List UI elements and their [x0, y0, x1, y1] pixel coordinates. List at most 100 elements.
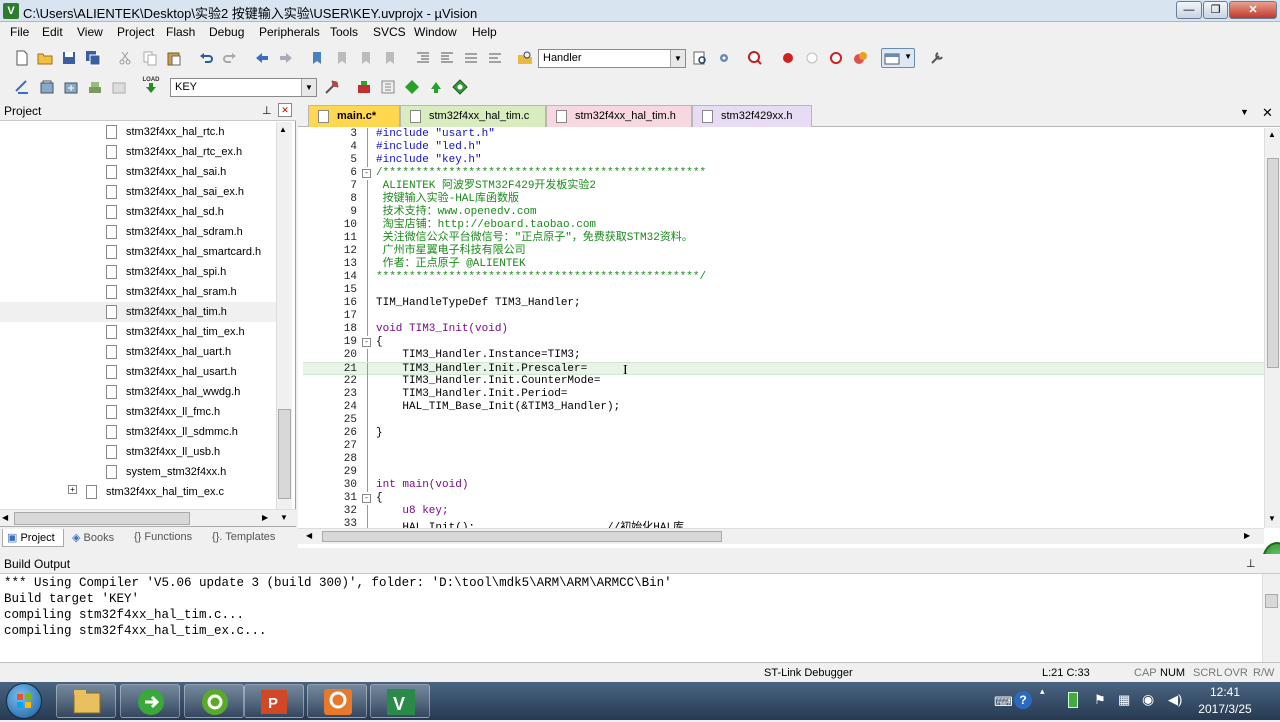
flag-tray-icon[interactable]: ⚑: [1094, 692, 1106, 708]
pack-installer-icon[interactable]: [426, 77, 446, 97]
help-tray-icon[interactable]: ?: [1014, 691, 1032, 709]
tab-project[interactable]: ▣ Project: [2, 529, 64, 547]
prev-bookmark-icon[interactable]: [332, 48, 352, 68]
code-line[interactable]: 28: [303, 453, 1266, 466]
menu-file[interactable]: File: [10, 25, 29, 39]
taskbar-pdf-reader-icon[interactable]: [307, 684, 367, 718]
code-line[interactable]: 23 TIM3_Handler.Init.Period=: [303, 388, 1266, 401]
menu-project[interactable]: Project: [117, 25, 154, 39]
code-line[interactable]: 9 技术支持：www.openedv.com: [303, 206, 1266, 219]
find-combo[interactable]: Handler ▼: [538, 49, 686, 68]
indent-icon[interactable]: [413, 48, 433, 68]
clock-date[interactable]: 2017/3/25: [1190, 702, 1260, 716]
code-line[interactable]: 15: [303, 284, 1266, 297]
code-line[interactable]: 5 #include "key.h": [303, 154, 1266, 167]
project-file-item[interactable]: stm32f4xx_ll_usb.h: [0, 442, 278, 462]
project-group-item[interactable]: + stm32f4xx_hal_tim_ex.c: [0, 482, 278, 502]
scroll-down-icon[interactable]: ▼: [280, 513, 288, 522]
editor-scroll-thumb[interactable]: [1267, 158, 1279, 368]
start-button-icon[interactable]: [6, 683, 42, 719]
taskbar-explorer-icon[interactable]: [56, 684, 116, 718]
scroll-thumb[interactable]: [278, 409, 291, 499]
pin-icon[interactable]: ⊥: [262, 104, 272, 117]
wrench-icon[interactable]: [927, 48, 947, 68]
close-panel-icon[interactable]: ✕: [278, 103, 292, 117]
code-line[interactable]: 6-/*************************************…: [303, 167, 1266, 180]
code-line[interactable]: 22 TIM3_Handler.Init.CounterMode=: [303, 375, 1266, 388]
rebuild-icon[interactable]: [61, 77, 81, 97]
manage-project-icon[interactable]: [354, 77, 374, 97]
cut-icon[interactable]: [115, 48, 135, 68]
code-line[interactable]: 32 u8 key;: [303, 505, 1266, 518]
build-scroll-thumb[interactable]: [1265, 594, 1278, 608]
navigate-back-icon[interactable]: [252, 48, 272, 68]
tab-stm32f4xx-hal-tim-c[interactable]: stm32f4xx_hal_tim.c: [400, 105, 546, 127]
batch-build-icon[interactable]: [85, 77, 105, 97]
project-file-item[interactable]: stm32f4xx_hal_uart.h: [0, 342, 278, 362]
menu-edit[interactable]: Edit: [42, 25, 63, 39]
fold-toggle-icon[interactable]: -: [362, 169, 371, 178]
insert-breakpoint-icon[interactable]: [778, 48, 798, 68]
bookmark-icon[interactable]: [307, 48, 327, 68]
project-vscrollbar[interactable]: ▲: [276, 122, 292, 509]
code-line[interactable]: 24 HAL_TIM_Base_Init(&TIM3_Handler);: [303, 401, 1266, 414]
code-line[interactable]: 18 void TIM3_Init(void): [303, 323, 1266, 336]
code-line[interactable]: 19-{: [303, 336, 1266, 349]
project-file-item[interactable]: stm32f4xx_hal_sai_ex.h: [0, 182, 278, 202]
tab-stm32f4xx-hal-tim-h[interactable]: stm32f4xx_hal_tim.h: [546, 105, 692, 127]
menu-tools[interactable]: Tools: [330, 25, 358, 39]
project-file-item[interactable]: stm32f4xx_hal_usart.h: [0, 362, 278, 382]
menu-view[interactable]: View: [77, 25, 103, 39]
code-line[interactable]: 12 广州市星翼电子科技有限公司: [303, 245, 1266, 258]
keyboard-tray-icon[interactable]: ⌨: [994, 694, 1013, 710]
debug-session-icon[interactable]: [745, 48, 765, 68]
build-vscrollbar[interactable]: [1262, 574, 1280, 662]
project-file-item[interactable]: stm32f4xx_hal_spi.h: [0, 262, 278, 282]
code-line[interactable]: 27: [303, 440, 1266, 453]
run-time-env-icon[interactable]: [450, 77, 470, 97]
menu-flash[interactable]: Flash: [166, 25, 195, 39]
taskbar-qt-creator-icon[interactable]: [184, 684, 244, 718]
menu-help[interactable]: Help: [472, 25, 497, 39]
translate-icon[interactable]: [12, 77, 32, 97]
unindent-icon[interactable]: [437, 48, 457, 68]
tab-functions[interactable]: {} Functions: [130, 529, 196, 547]
scroll-left-icon[interactable]: ◀: [2, 513, 8, 522]
code-line[interactable]: 14 **************************************…: [303, 271, 1266, 284]
tray-expand-icon[interactable]: ▴: [1040, 686, 1045, 697]
chevron-down-icon[interactable]: ▼: [670, 50, 685, 67]
close-button[interactable]: ✕: [1229, 1, 1277, 19]
network-tray-icon[interactable]: ▦: [1118, 692, 1130, 708]
window-layout-dropdown[interactable]: ▼: [881, 48, 915, 68]
scroll-left-icon[interactable]: ◀: [306, 531, 312, 540]
paste-icon[interactable]: [164, 48, 184, 68]
code-line[interactable]: 8 按键输入实验-HAL库函数版: [303, 193, 1266, 206]
build-icon[interactable]: [37, 77, 57, 97]
comment-icon[interactable]: [461, 48, 481, 68]
code-line[interactable]: 21 TIM3_Handler.Init.Prescaler=: [303, 362, 1266, 376]
target-select[interactable]: KEY ▼: [170, 78, 317, 97]
find-in-files-icon[interactable]: [515, 48, 535, 68]
project-file-item[interactable]: stm32f4xx_hal_rtc.h: [0, 122, 278, 142]
project-file-item[interactable]: stm32f4xx_hal_sai.h: [0, 162, 278, 182]
project-file-item[interactable]: stm32f4xx_hal_sdram.h: [0, 222, 278, 242]
taskbar-powerpoint-icon[interactable]: P: [244, 684, 304, 718]
project-file-item[interactable]: stm32f4xx_hal_tim_ex.h: [0, 322, 278, 342]
project-file-item[interactable]: stm32f4xx_hal_tim.h: [0, 302, 276, 322]
target-options-icon[interactable]: [322, 77, 342, 97]
chat-tray-icon[interactable]: ◉: [1142, 691, 1154, 708]
clock-time[interactable]: 12:41: [1190, 685, 1260, 699]
project-file-item[interactable]: system_stm32f4xx.h: [0, 462, 278, 482]
scroll-up-icon[interactable]: ▲: [279, 125, 287, 134]
tab-list-chevron-icon[interactable]: ▼: [1240, 107, 1249, 117]
configure-icon[interactable]: [714, 48, 734, 68]
manage-packs-icon[interactable]: [378, 77, 398, 97]
menu-svcs[interactable]: SVCS: [373, 25, 406, 39]
code-line[interactable]: 16 TIM_HandleTypeDef TIM3_Handler;: [303, 297, 1266, 310]
redo-icon[interactable]: [220, 48, 240, 68]
scroll-up-icon[interactable]: ▲: [1268, 130, 1276, 139]
menu-window[interactable]: Window: [414, 25, 457, 39]
taskbar-keil-icon[interactable]: V: [370, 684, 430, 718]
scroll-right-icon[interactable]: ▶: [1244, 531, 1250, 540]
editor-hscrollbar[interactable]: ◀ ▶: [298, 528, 1264, 544]
